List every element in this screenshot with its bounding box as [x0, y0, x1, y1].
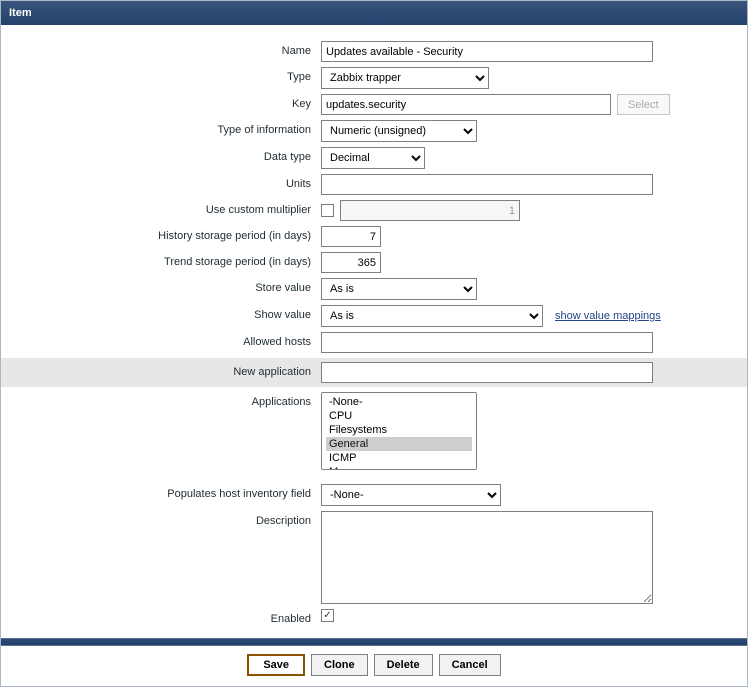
history-storage-input[interactable] [321, 226, 381, 247]
cancel-button[interactable]: Cancel [439, 654, 501, 676]
units-input[interactable] [321, 174, 653, 195]
label-enabled: Enabled [1, 609, 321, 625]
custom-multiplier-input[interactable] [340, 200, 520, 221]
label-units: Units [1, 174, 321, 190]
clone-button[interactable]: Clone [311, 654, 368, 676]
window-title: Item [9, 7, 32, 19]
type-of-information-select[interactable]: Numeric (unsigned) [321, 120, 477, 142]
label-allowed-hosts: Allowed hosts [1, 332, 321, 348]
label-trend-storage: Trend storage period (in days) [1, 252, 321, 268]
description-textarea[interactable] [321, 511, 653, 604]
new-application-input[interactable] [321, 362, 653, 383]
label-data-type: Data type [1, 147, 321, 163]
label-populates-inventory: Populates host inventory field [1, 484, 321, 500]
key-select-button[interactable]: Select [617, 94, 670, 115]
show-value-mappings-link[interactable]: show value mappings [555, 310, 661, 322]
label-name: Name [1, 41, 321, 57]
label-store-value: Store value [1, 278, 321, 294]
label-key: Key [1, 94, 321, 110]
applications-listbox[interactable]: -None- CPU Filesystems General ICMP Memo… [321, 392, 477, 470]
data-type-select[interactable]: Decimal [321, 147, 425, 169]
item-form: Name Type Zabbix trapper Key Select Type… [1, 25, 747, 638]
footer-buttons: Save Clone Delete Cancel [1, 646, 747, 686]
type-select[interactable]: Zabbix trapper [321, 67, 489, 89]
item-window: Item Name Type Zabbix trapper Key Select [0, 0, 748, 687]
label-use-custom-multiplier: Use custom multiplier [1, 200, 321, 216]
enabled-checkbox[interactable]: ✓ [321, 609, 334, 622]
save-button[interactable]: Save [247, 654, 305, 676]
label-type: Type [1, 67, 321, 83]
label-applications: Applications [1, 392, 321, 408]
allowed-hosts-input[interactable] [321, 332, 653, 353]
store-value-select[interactable]: As is [321, 278, 477, 300]
footer-separator [1, 638, 747, 646]
populates-inventory-select[interactable]: -None- [321, 484, 501, 506]
key-input[interactable] [321, 94, 611, 115]
label-history-storage: History storage period (in days) [1, 226, 321, 242]
label-new-application: New application [1, 362, 321, 378]
use-custom-multiplier-checkbox[interactable] [321, 204, 334, 217]
name-input[interactable] [321, 41, 653, 62]
delete-button[interactable]: Delete [374, 654, 433, 676]
label-description: Description [1, 511, 321, 527]
show-value-select[interactable]: As is [321, 305, 543, 327]
window-title-bar: Item [1, 1, 747, 25]
trend-storage-input[interactable] [321, 252, 381, 273]
label-type-of-information: Type of information [1, 120, 321, 136]
label-show-value: Show value [1, 305, 321, 321]
